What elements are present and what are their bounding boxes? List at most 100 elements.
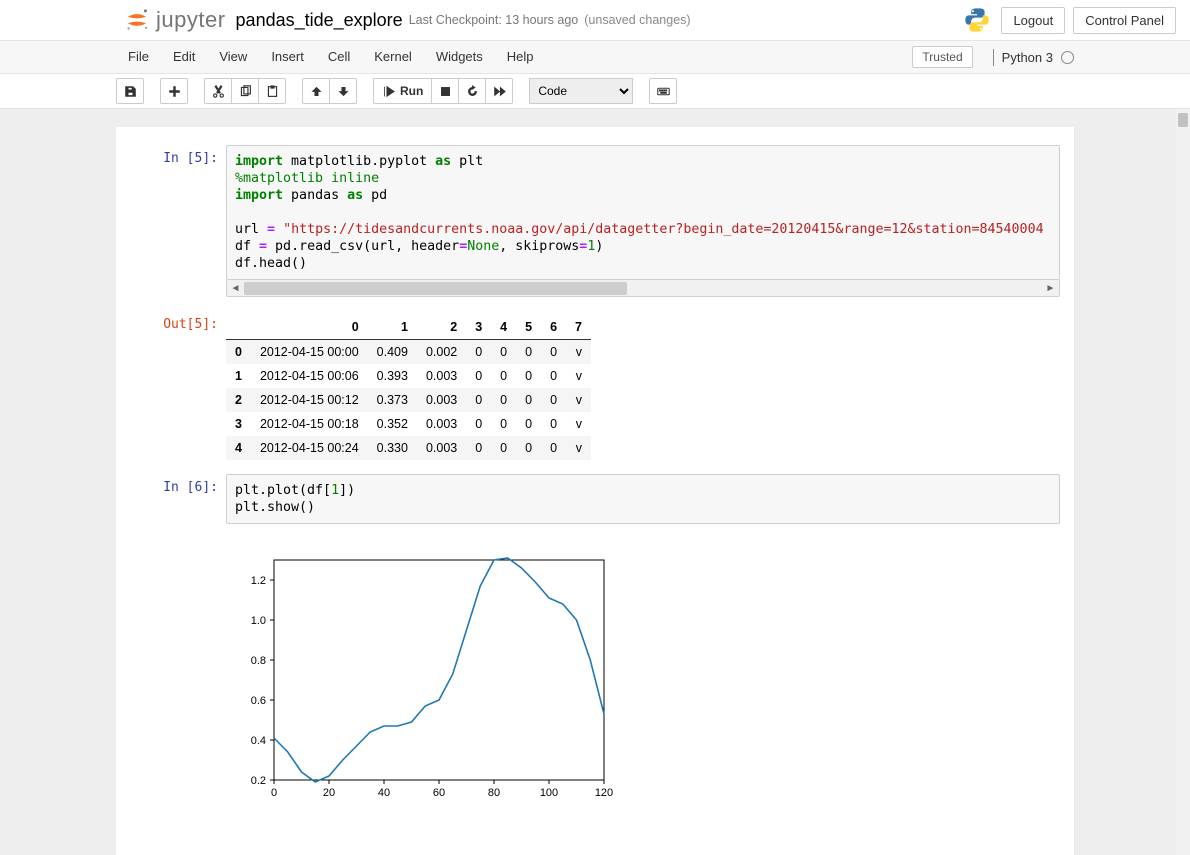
row-index: 0: [226, 340, 251, 365]
cell: 0: [491, 340, 516, 365]
svg-text:60: 60: [433, 787, 445, 799]
svg-text:0.4: 0.4: [251, 735, 266, 747]
cell: 2012-04-15 00:06: [251, 364, 368, 388]
keyboard-icon: [657, 85, 670, 98]
menu-file[interactable]: File: [116, 41, 161, 73]
cell: 0: [466, 340, 491, 365]
horizontal-scrollbar[interactable]: ◄ ►: [226, 280, 1060, 297]
arrow-up-icon: [310, 85, 323, 98]
cell-type-select[interactable]: Code: [529, 78, 633, 104]
kernel-name: Python 3: [1002, 50, 1053, 65]
row-index: 2: [226, 388, 251, 412]
scroll-right-arrow[interactable]: ►: [1042, 281, 1059, 296]
cell: 0.003: [417, 364, 466, 388]
svg-text:20: 20: [323, 787, 335, 799]
stop-icon: [439, 85, 452, 98]
cut-button[interactable]: [204, 78, 232, 104]
cell: 2012-04-15 00:00: [251, 340, 368, 365]
plus-icon: [168, 85, 181, 98]
restart-button[interactable]: [458, 78, 486, 104]
cell: v: [566, 388, 591, 412]
kernel-status-icon: [1061, 51, 1074, 64]
move-up-button[interactable]: [302, 78, 330, 104]
paste-icon: [266, 85, 279, 98]
cell: 0: [491, 364, 516, 388]
line-chart: 0.20.40.60.81.01.2020406080100120: [226, 548, 616, 808]
code-input[interactable]: import matplotlib.pyplot as plt %matplot…: [226, 145, 1060, 280]
out-prompt: Out[5]:: [130, 311, 226, 460]
run-label: Run: [400, 84, 423, 98]
cell: v: [566, 340, 591, 365]
cell: 2012-04-15 00:24: [251, 436, 368, 460]
save-button[interactable]: [116, 78, 144, 104]
code-cell[interactable]: In [6]: plt.plot(df[1]) plt.show(): [130, 474, 1060, 524]
run-icon: [382, 85, 395, 98]
cell: 0.003: [417, 412, 466, 436]
col-header: 0: [251, 315, 368, 340]
col-header: 1: [368, 315, 417, 340]
cell: 0: [491, 436, 516, 460]
logout-button[interactable]: Logout: [1001, 7, 1065, 34]
col-header: 4: [491, 315, 516, 340]
row-index: 1: [226, 364, 251, 388]
table-row: 32012-04-15 00:180.3520.0030000v: [226, 412, 591, 436]
menu-widgets[interactable]: Widgets: [424, 41, 495, 73]
scroll-left-arrow[interactable]: ◄: [227, 281, 244, 296]
run-all-button[interactable]: [485, 78, 513, 104]
menu-view[interactable]: View: [207, 41, 259, 73]
col-header: 7: [566, 315, 591, 340]
row-index: 3: [226, 412, 251, 436]
jupyter-wordmark: jupyter: [156, 7, 226, 33]
trusted-indicator[interactable]: Trusted: [912, 46, 972, 68]
paste-button[interactable]: [258, 78, 286, 104]
svg-text:0: 0: [271, 787, 277, 799]
page-scroll-thumb[interactable]: [1178, 113, 1188, 127]
code-input[interactable]: plt.plot(df[1]) plt.show(): [226, 474, 1060, 524]
notebook-title[interactable]: pandas_tide_explore: [236, 10, 403, 31]
cell: v: [566, 436, 591, 460]
code-cell[interactable]: In [5]: import matplotlib.pyplot as plt …: [130, 145, 1060, 297]
menu-cell[interactable]: Cell: [316, 41, 362, 73]
menu-kernel[interactable]: Kernel: [362, 41, 424, 73]
in-prompt: In [6]:: [130, 474, 226, 524]
cell: 0: [466, 364, 491, 388]
cell: 2012-04-15 00:18: [251, 412, 368, 436]
svg-text:0.8: 0.8: [251, 655, 266, 667]
cell: 0: [516, 412, 541, 436]
menu-help[interactable]: Help: [495, 41, 546, 73]
control-panel-button[interactable]: Control Panel: [1073, 7, 1176, 34]
page-scrollbar[interactable]: [1176, 109, 1190, 855]
cell: 0: [541, 364, 566, 388]
menu-insert[interactable]: Insert: [259, 41, 316, 73]
run-button[interactable]: Run: [373, 78, 432, 104]
row-index: 4: [226, 436, 251, 460]
python-icon: [963, 6, 991, 34]
unsaved-text: (unsaved changes): [584, 13, 690, 27]
jupyter-logo[interactable]: jupyter: [124, 7, 226, 33]
svg-text:0.6: 0.6: [251, 695, 266, 707]
cell: 0: [466, 436, 491, 460]
cell: 0.409: [368, 340, 417, 365]
cell: 0: [516, 388, 541, 412]
menubar: File Edit View Insert Cell Kernel Widget…: [0, 41, 1190, 74]
kernel-indicator: Python 3: [993, 49, 1074, 66]
svg-text:1.0: 1.0: [251, 615, 266, 627]
menu-edit[interactable]: Edit: [161, 41, 207, 73]
interrupt-button[interactable]: [431, 78, 459, 104]
cell: v: [566, 412, 591, 436]
move-down-button[interactable]: [329, 78, 357, 104]
restart-icon: [466, 85, 479, 98]
add-cell-button[interactable]: [160, 78, 188, 104]
copy-button[interactable]: [231, 78, 259, 104]
svg-text:120: 120: [595, 787, 613, 799]
cell: 0: [466, 412, 491, 436]
cell: 0.002: [417, 340, 466, 365]
svg-text:80: 80: [488, 787, 500, 799]
cell: 0.003: [417, 388, 466, 412]
scroll-thumb[interactable]: [244, 282, 627, 295]
command-palette-button[interactable]: [649, 78, 677, 104]
dataframe-table: 0123456702012-04-15 00:000.4090.0020000v…: [226, 315, 591, 460]
table-row: 22012-04-15 00:120.3730.0030000v: [226, 388, 591, 412]
cut-icon: [212, 85, 225, 98]
svg-text:40: 40: [378, 787, 390, 799]
